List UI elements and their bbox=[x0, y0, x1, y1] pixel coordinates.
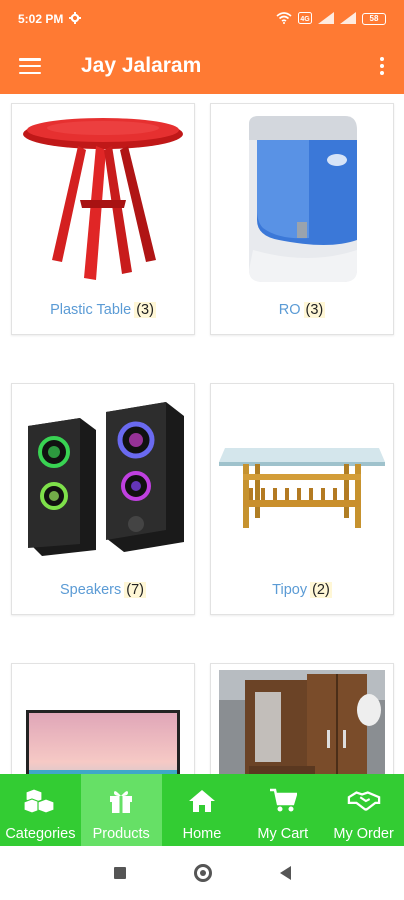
nav-label: Products bbox=[92, 826, 150, 842]
category-card-speakers[interactable]: Speakers (7) bbox=[11, 383, 195, 615]
nav-home[interactable]: Home bbox=[162, 774, 243, 846]
tipoy-table-image bbox=[219, 448, 385, 528]
nav-my-order[interactable]: My Order bbox=[323, 774, 404, 846]
category-name: Speakers bbox=[60, 582, 122, 598]
cart-icon bbox=[266, 786, 300, 816]
category-caption: Tipoy (2) bbox=[211, 582, 393, 598]
signal-icon-1 bbox=[318, 11, 334, 27]
category-card-ro[interactable]: RO (3) bbox=[210, 103, 394, 335]
more-options-button[interactable] bbox=[360, 38, 404, 94]
app-bar: Jay Jalaram bbox=[0, 38, 404, 94]
home-icon bbox=[185, 786, 219, 816]
wifi-icon bbox=[276, 11, 292, 27]
app-title: Jay Jalaram bbox=[81, 54, 202, 77]
category-card-tv[interactable] bbox=[11, 663, 195, 774]
volte-icon: 4G bbox=[298, 11, 312, 27]
handshake-icon bbox=[347, 786, 381, 816]
status-time: 5:02 PM bbox=[18, 12, 64, 26]
ro-purifier-image bbox=[249, 116, 357, 282]
category-count: (3) bbox=[134, 302, 156, 318]
nav-label: Home bbox=[182, 826, 222, 842]
category-name: RO bbox=[278, 302, 301, 318]
category-caption: Speakers (7) bbox=[12, 582, 194, 598]
back-button[interactable] bbox=[279, 866, 291, 880]
speakers-image bbox=[28, 402, 184, 556]
category-grid: Plastic Table (3) RO (3) Speakers (7) Ti… bbox=[0, 94, 404, 774]
category-card-tipoy[interactable]: Tipoy (2) bbox=[210, 383, 394, 615]
category-name: Tipoy bbox=[272, 582, 308, 598]
status-bar: 5:02 PM 4G 58 bbox=[0, 0, 404, 38]
wardrobe-image bbox=[219, 670, 385, 774]
category-name: Plastic Table bbox=[50, 302, 132, 318]
nav-products[interactable]: Products bbox=[80, 774, 162, 846]
settings-gear-icon bbox=[69, 11, 82, 27]
battery-icon: 58 bbox=[362, 13, 386, 25]
app-root: 5:02 PM 4G 58 Jay Jalaram Plastic Table … bbox=[0, 0, 404, 900]
plastic-table-image bbox=[23, 118, 183, 280]
category-caption: RO (3) bbox=[211, 302, 393, 318]
nav-label: Categories bbox=[5, 826, 76, 842]
nav-my-cart[interactable]: My Cart bbox=[242, 774, 323, 846]
system-navigation-bar bbox=[0, 846, 404, 900]
category-card-wardrobe[interactable] bbox=[210, 663, 394, 774]
bottom-navigation: Categories Products Home My Cart My Orde… bbox=[0, 774, 404, 846]
signal-icon-2 bbox=[340, 11, 356, 27]
category-count: (2) bbox=[310, 582, 332, 598]
nav-label: My Cart bbox=[257, 826, 309, 842]
menu-button[interactable] bbox=[0, 38, 60, 94]
svg-text:4G: 4G bbox=[300, 16, 310, 23]
tv-image bbox=[26, 710, 180, 774]
nav-categories[interactable]: Categories bbox=[0, 774, 81, 846]
recents-button[interactable] bbox=[113, 867, 126, 879]
cubes-icon bbox=[23, 786, 57, 816]
nav-label: My Order bbox=[333, 826, 394, 842]
hamburger-icon bbox=[19, 58, 41, 74]
category-caption: Plastic Table (3) bbox=[12, 302, 194, 318]
category-card-plastic-table[interactable]: Plastic Table (3) bbox=[11, 103, 195, 335]
category-count: (3) bbox=[303, 302, 326, 318]
category-count: (7) bbox=[124, 582, 146, 598]
gift-icon bbox=[104, 786, 138, 816]
home-system-button[interactable] bbox=[193, 864, 212, 882]
